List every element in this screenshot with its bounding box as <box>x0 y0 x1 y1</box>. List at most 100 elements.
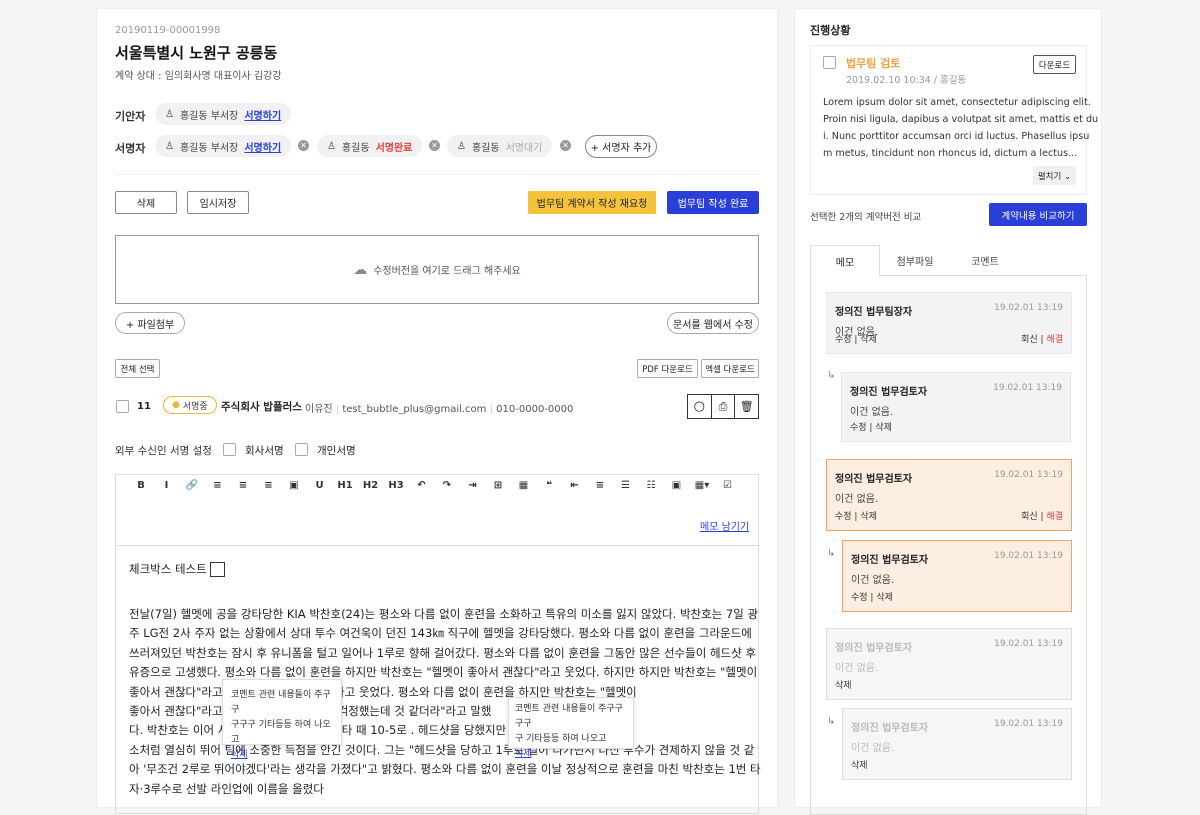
remove-signer-icon[interactable]: ✕ <box>429 140 440 151</box>
memo-delete-link[interactable]: 삭제 <box>876 593 893 603</box>
comment-text: 코멘트 관련 내용들이 주구구 <box>231 690 331 715</box>
upload-dropzone[interactable]: ☁ 수정버전을 여기로 드래그 해주세요 <box>115 235 759 304</box>
toolbar-align-left-icon[interactable]: ≡ <box>209 480 227 491</box>
text-line: 소처럼 열심히 뛰어 팀에 소중한 득점을 안긴 것이다. 그는 "헤드샷을 당… <box>129 742 755 757</box>
memo-delete-link[interactable]: 삭제 <box>851 758 868 771</box>
memo-actions: 수정 | 삭제 <box>835 335 877 345</box>
memo-delete-link[interactable]: 삭제 <box>860 335 877 345</box>
text-line: 아 '무조건 2루로 뛰어야겠다'라는 생각을 가졌다"고 밝혔다. 평소와 다… <box>129 762 761 777</box>
signer-pill: ♙ 홍길동 부서장 서명하기 <box>155 135 292 157</box>
complete-button[interactable]: 법무팀 작성 완료 <box>667 191 759 214</box>
memo-text: 이건 없음. <box>850 407 894 418</box>
toolbar-link-icon[interactable]: 🔗 <box>183 480 201 491</box>
toolbar-align-right-icon[interactable]: ≡ <box>260 480 278 491</box>
select-all-button[interactable]: 전체 선택 <box>115 359 160 378</box>
comment-delete-link[interactable]: 삭제 <box>515 747 627 762</box>
editor-checkbox[interactable] <box>209 561 225 577</box>
temp-save-button[interactable]: 임시저장 <box>187 191 249 214</box>
download-button[interactable]: 다운로드 <box>1033 55 1076 74</box>
tab-comments[interactable]: 코멘트 <box>950 245 1020 276</box>
memo-edit-link[interactable]: 수정 <box>835 512 852 522</box>
editor-paragraph[interactable]: 전날(7일) 헬멧에 공을 강타당한 KIA 박찬호(24)는 평소와 다름 없… <box>129 605 761 799</box>
toolbar-undo-icon[interactable]: ↶ <box>413 480 431 491</box>
memo-author: 정의진 법무검토자 <box>851 555 929 566</box>
tab-attachments[interactable]: 첨부파일 <box>880 245 950 276</box>
toolbar-table-insert-icon[interactable]: ⊞ <box>489 480 507 491</box>
drafter-pill: ♙ 홍길동 부서장 서명하기 <box>155 103 292 125</box>
toolbar-number-list-icon[interactable]: ☷ <box>642 480 660 491</box>
toolbar-h2-icon[interactable]: H2 <box>362 480 380 491</box>
excel-download-button[interactable]: 엑셀 다운로드 <box>701 359 759 378</box>
review-meta: 2019.02.10 10:34 / 홍길동 <box>846 75 967 86</box>
expand-button[interactable]: 펼치기 ⌄ <box>1033 166 1076 185</box>
toolbar-color-picker-icon[interactable]: ▦▾ <box>693 480 711 491</box>
memo-delete-link[interactable]: 삭제 <box>860 512 877 522</box>
attach-file-button[interactable]: + 파일첨부 <box>115 312 185 334</box>
contact-email: test_bubtle_plus@gmail.com <box>342 404 487 415</box>
toolbar-embed-icon[interactable]: ▣ <box>668 480 686 491</box>
review-body-line: m metus, tincidunt non rhoncus id, dictu… <box>823 148 1078 159</box>
memo-reply-link[interactable]: 회신 <box>1021 335 1038 345</box>
comment-text: 코멘트 관련 내용들이 주구구구구 <box>515 704 623 729</box>
memo-delete-link[interactable]: 삭제 <box>875 423 892 433</box>
toolbar-h3-icon[interactable]: H3 <box>387 480 405 491</box>
toolbar-align-center-icon[interactable]: ≡ <box>234 480 252 491</box>
signer-sign-link[interactable]: 서명하기 <box>244 139 281 154</box>
reply-arrow-icon: ↳ <box>827 716 836 727</box>
divider <box>115 174 759 175</box>
memo-text: 이건 없음. <box>835 663 879 674</box>
memo-edit-link[interactable]: 수정 <box>835 335 852 345</box>
comment-text: 구구구 기타등등 하여 나오고 <box>231 720 331 745</box>
memo-resolve-link[interactable]: 해결 <box>1046 512 1063 522</box>
toolbar-align-justify-icon[interactable]: ≡ <box>591 480 609 491</box>
toolbar-checklist-icon[interactable]: ☑ <box>719 480 737 491</box>
memo-delete-link[interactable]: 삭제 <box>835 678 852 691</box>
signer-status-badge: 서명완료 <box>375 142 413 154</box>
comment-delete-link[interactable]: 삭제 <box>231 748 333 763</box>
memo-reply-link[interactable]: 회신 <box>1021 512 1038 522</box>
toolbar-indent-icon[interactable]: ⇥ <box>464 480 482 491</box>
web-edit-button[interactable]: 문서를 웹에서 수정 <box>667 312 759 334</box>
tab-memo[interactable]: 메모 <box>810 245 880 276</box>
add-signer-button[interactable]: + 서명자 추가 <box>585 135 657 158</box>
text-line: 전날(7일) 헬멧에 공을 강타당한 KIA 박찬호(24)는 평소와 다름 없… <box>129 607 759 621</box>
toolbar-outdent-icon[interactable]: ⇤ <box>566 480 584 491</box>
toolbar-italic-icon[interactable]: I <box>158 480 176 491</box>
row-checkbox[interactable] <box>116 400 129 413</box>
memo-card: 정의진 법무팀장자 19.02.01 13:19 이건 없음. 수정 | 삭제 … <box>826 292 1072 354</box>
side-panel: 진행상황 법무팀 검토 2019.02.10 10:34 / 홍길동 다운로드 … <box>794 8 1102 815</box>
memo-link[interactable]: 메모 남기기 <box>700 518 749 533</box>
review-checkbox[interactable] <box>823 56 836 69</box>
memo-edit-link[interactable]: 수정 <box>851 593 868 603</box>
pdf-download-button[interactable]: PDF 다운로드 <box>637 359 698 378</box>
rerequest-button[interactable]: 법무팀 계약서 작성 재요청 <box>528 191 656 214</box>
toolbar-redo-icon[interactable]: ↷ <box>438 480 456 491</box>
toolbar-underline-icon[interactable]: U <box>311 480 329 491</box>
toolbar-h1-icon[interactable]: H1 <box>336 480 354 491</box>
company-sign-checkbox[interactable] <box>223 443 236 456</box>
text-line: 자·3루수로 선발 라인업에 이름을 올렸다 <box>129 781 324 796</box>
search-icon[interactable]: ○ <box>688 395 712 418</box>
remove-signer-icon[interactable]: ✕ <box>298 140 309 151</box>
remove-signer-icon[interactable]: ✕ <box>560 140 571 151</box>
personal-sign-checkbox[interactable] <box>295 443 308 456</box>
drafter-sign-link[interactable]: 서명하기 <box>244 107 281 122</box>
review-body-line: Lorem ipsum dolor sit amet, consectetur … <box>823 97 1091 108</box>
trash-icon[interactable]: 🗑 <box>735 395 758 418</box>
toolbar-image-icon[interactable]: ▣ <box>285 480 303 491</box>
print-icon[interactable]: ⎙ <box>712 395 736 418</box>
status-badge-label: 서명중 <box>182 401 208 412</box>
signer-name: 홍길동 <box>341 142 370 154</box>
compare-button[interactable]: 계약내용 비교하기 <box>989 203 1087 226</box>
memo-edit-link[interactable]: 수정 <box>850 423 867 433</box>
memo-resolve-link[interactable]: 해결 <box>1046 335 1063 345</box>
toolbar-bullet-list-icon[interactable]: ☰ <box>617 480 635 491</box>
row-actions: ○ ⎙ 🗑 <box>687 394 759 419</box>
review-body-line: Proin nisi ligula, dapibus a volutpat si… <box>823 114 1099 125</box>
delete-button[interactable]: 삭제 <box>115 191 177 214</box>
toolbar-bold-icon[interactable]: B <box>132 480 150 491</box>
memo-card: 정의진 법무검토자 19.02.01 13:19 이건 없음. 수정 | 삭제 <box>842 540 1072 612</box>
toolbar-quote-icon[interactable]: ❝ <box>540 480 558 491</box>
toolbar-table-icon[interactable]: ▦ <box>515 480 533 491</box>
comment-popup: 코멘트 관련 내용들이 주구구구구 구 기타등등 하여 나오고 삭제 <box>508 697 634 759</box>
